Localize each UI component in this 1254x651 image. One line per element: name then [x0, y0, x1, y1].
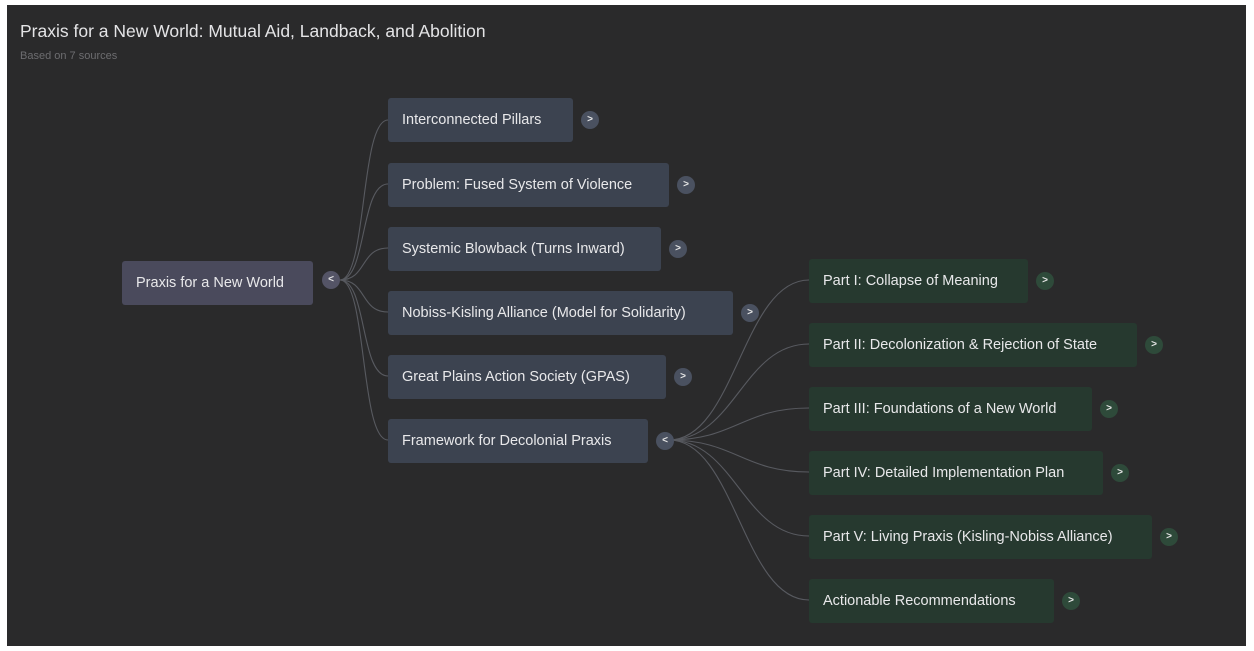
root-node-label: Praxis for a New World — [136, 275, 284, 291]
l2-node-part-v[interactable]: Part V: Living Praxis (Kisling-Nobiss Al… — [809, 515, 1152, 559]
l2-node-label: Part III: Foundations of a New World — [823, 401, 1057, 417]
l1-node-label: Systemic Blowback (Turns Inward) — [402, 241, 625, 257]
expand-icon[interactable]: > — [1036, 272, 1054, 290]
l1-node-label: Framework for Decolonial Praxis — [402, 433, 612, 449]
l1-node-label: Problem: Fused System of Violence — [402, 177, 633, 193]
l2-node-label: Part II: Decolonization & Rejection of S… — [823, 337, 1098, 353]
l1-node-label: Nobiss-Kisling Alliance (Model for Solid… — [402, 305, 686, 321]
l2-node-label: Part IV: Detailed Implementation Plan — [823, 465, 1065, 481]
l1-node-label: Interconnected Pillars — [402, 112, 542, 128]
l1-node-framework-decolonial-praxis[interactable]: Framework for Decolonial Praxis — [388, 419, 648, 463]
l2-node-part-iv[interactable]: Part IV: Detailed Implementation Plan — [809, 451, 1103, 495]
l2-node-label: Part V: Living Praxis (Kisling-Nobiss Al… — [823, 529, 1113, 545]
expand-icon[interactable]: > — [674, 368, 692, 386]
l1-node-label: Great Plains Action Society (GPAS) — [402, 369, 630, 385]
l1-node-systemic-blowback[interactable]: Systemic Blowback (Turns Inward) — [388, 227, 661, 271]
connector-l1-l2-1 — [668, 343, 810, 441]
expand-icon[interactable]: > — [1111, 464, 1129, 482]
l2-node-part-iii[interactable]: Part III: Foundations of a New World — [809, 387, 1092, 431]
l2-node-actionable-recommendations[interactable]: Actionable Recommendations — [809, 579, 1054, 623]
l2-node-label: Part I: Collapse of Meaning — [823, 273, 998, 289]
connector-l1-l2-4 — [668, 439, 810, 537]
l2-node-part-i[interactable]: Part I: Collapse of Meaning — [809, 259, 1028, 303]
expand-icon[interactable]: > — [1100, 400, 1118, 418]
connector-l1-l2-2 — [668, 407, 810, 441]
expand-icon[interactable]: > — [677, 176, 695, 194]
l1-node-interconnected-pillars[interactable]: Interconnected Pillars — [388, 98, 573, 142]
l2-node-label: Actionable Recommendations — [823, 593, 1016, 609]
root-node[interactable]: Praxis for a New World — [122, 261, 313, 305]
expand-icon[interactable]: > — [1145, 336, 1163, 354]
expand-icon[interactable]: > — [581, 111, 599, 129]
expand-icon[interactable]: > — [741, 304, 759, 322]
connector-root-l1-5 — [339, 279, 389, 441]
expand-icon[interactable]: > — [669, 240, 687, 258]
l1-node-problem-fused-system[interactable]: Problem: Fused System of Violence — [388, 163, 669, 207]
expand-icon[interactable]: > — [1160, 528, 1178, 546]
connector-root-l1-0 — [339, 119, 389, 281]
connector-l1-l2-5 — [668, 439, 810, 601]
l1-node-nobiss-kisling-alliance[interactable]: Nobiss-Kisling Alliance (Model for Solid… — [388, 291, 733, 335]
expand-icon[interactable]: > — [1062, 592, 1080, 610]
collapse-icon[interactable]: < — [656, 432, 674, 450]
l1-node-great-plains-action-society[interactable]: Great Plains Action Society (GPAS) — [388, 355, 666, 399]
mindmap-canvas: Praxis for a New World: Mutual Aid, Land… — [7, 5, 1246, 646]
l2-node-part-ii[interactable]: Part II: Decolonization & Rejection of S… — [809, 323, 1137, 367]
collapse-icon[interactable]: < — [322, 271, 340, 289]
connector-l1-l2-3 — [668, 439, 810, 473]
